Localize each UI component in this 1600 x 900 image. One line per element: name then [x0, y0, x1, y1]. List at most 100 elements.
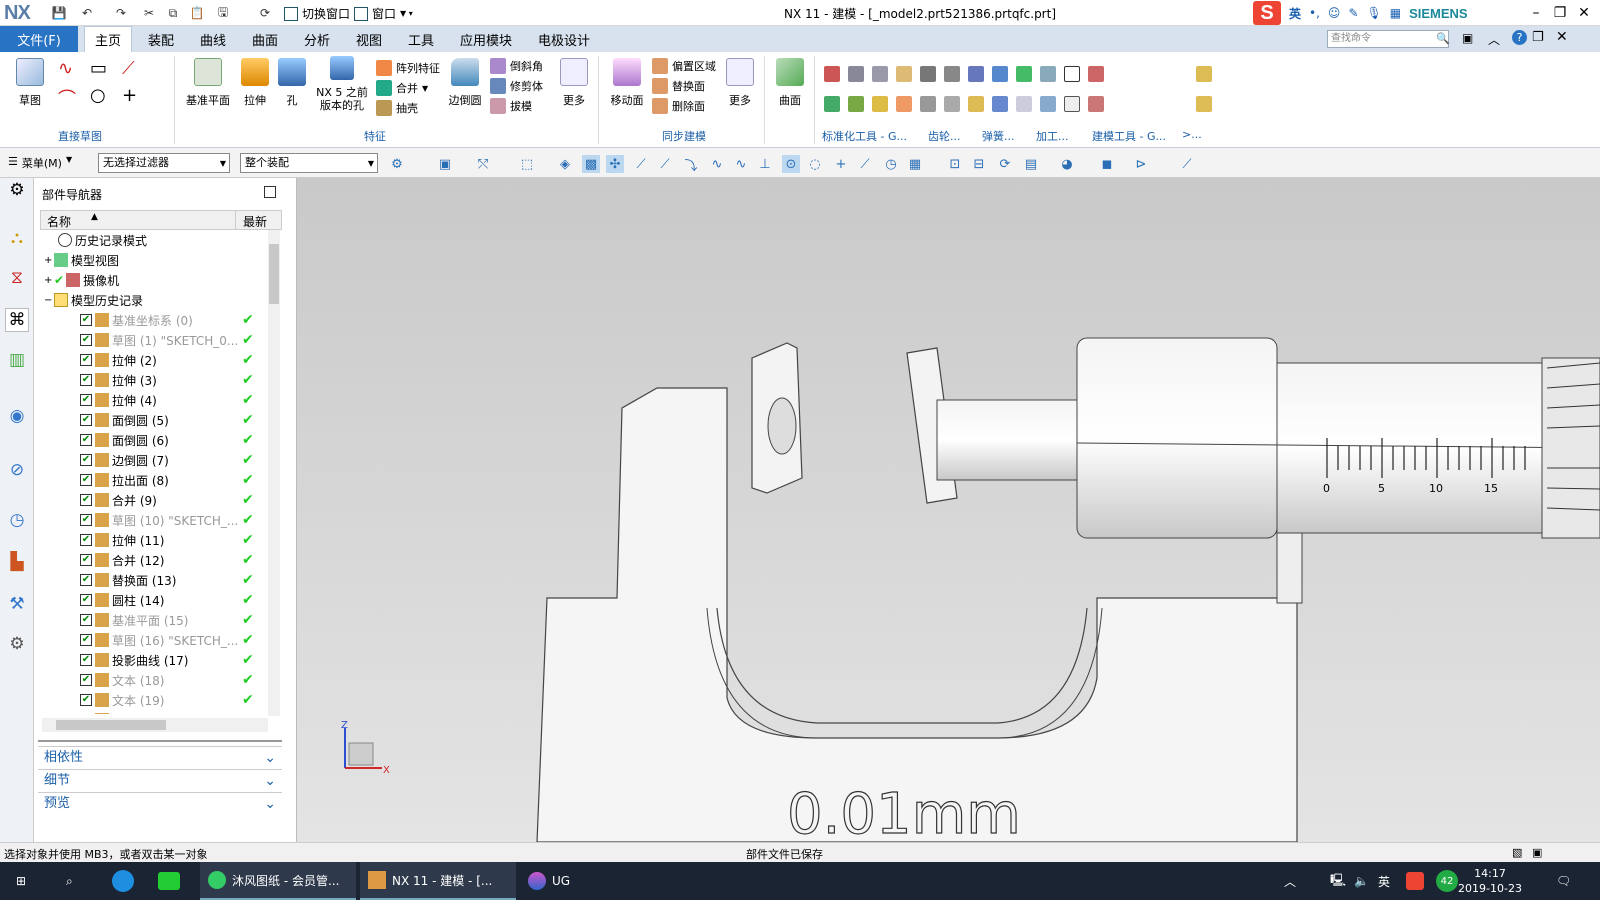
- tool-icon-5[interactable]: [1088, 66, 1104, 82]
- gc-extra-icon-2[interactable]: [1196, 96, 1212, 115]
- datum-plane-button[interactable]: 基准平面: [184, 58, 232, 108]
- group-model-tools[interactable]: 建模工具 - G...: [1092, 128, 1166, 144]
- group-spring[interactable]: 弹簧...: [982, 128, 1015, 144]
- visibility-checkbox[interactable]: ✔: [80, 474, 92, 486]
- tree-item-cameras[interactable]: + ✔ 摄像机: [40, 270, 282, 290]
- tool-icon-10[interactable]: [920, 96, 936, 112]
- group-machining[interactable]: 加工...: [1036, 128, 1069, 144]
- view-icon-4[interactable]: ⊳: [1132, 155, 1150, 173]
- tool-icon-1[interactable]: [824, 66, 840, 82]
- menu-button[interactable]: ☰ 菜单(M) ▼: [8, 155, 72, 171]
- profile-icon[interactable]: ∿: [58, 58, 90, 79]
- line-icon[interactable]: ⟋: [122, 58, 154, 79]
- type-filter-select[interactable]: 无选择过滤器: [98, 153, 230, 173]
- snap-mid-icon[interactable]: ⟋: [656, 155, 674, 173]
- column-name[interactable]: 名称: [47, 213, 71, 230]
- snap-icon-5[interactable]: ∿: [732, 155, 750, 173]
- expand-icon[interactable]: +: [44, 275, 54, 286]
- feature-row[interactable]: ✔ 面倒圆 (6) ✔: [40, 430, 282, 450]
- cut-icon[interactable]: ✂: [140, 4, 158, 22]
- save-as-icon[interactable]: 🖫: [214, 4, 232, 22]
- tool-icon-14[interactable]: [1016, 96, 1032, 112]
- command-search-input[interactable]: 查找命令: [1327, 30, 1449, 48]
- snap-curve-icon[interactable]: ⤵: [682, 155, 700, 174]
- feature-row[interactable]: ✔ 圆柱 (14) ✔: [40, 590, 282, 610]
- group-direct-sketch[interactable]: 直接草图: [58, 128, 102, 144]
- sync-more-button[interactable]: 更多: [722, 58, 758, 108]
- feature-row[interactable]: ✔ 拉伸 (4) ✔: [40, 390, 282, 410]
- visibility-checkbox[interactable]: ✔: [80, 454, 92, 466]
- feature-row[interactable]: ✔ 合并 (12) ✔: [40, 550, 282, 570]
- feature-row[interactable]: ✔ 文本 (18) ✔: [40, 670, 282, 690]
- sort-asc-icon[interactable]: ▲: [91, 212, 98, 222]
- tray-expand-icon[interactable]: ︿: [1276, 862, 1304, 900]
- sel-tool-icon-1[interactable]: ⚙: [388, 155, 406, 173]
- tray-ime[interactable]: 英: [1370, 862, 1398, 900]
- feature-more-button[interactable]: 更多: [556, 58, 592, 108]
- group-std-tools[interactable]: 标准化工具 - G...: [822, 128, 907, 144]
- tree-item-model-views[interactable]: + 模型视图: [40, 250, 282, 270]
- feature-row[interactable]: ✔ 草图 (16) "SKETCH_... ✔: [40, 630, 282, 650]
- visibility-checkbox[interactable]: ✔: [80, 614, 92, 626]
- rotate-icon[interactable]: ⟳: [996, 155, 1014, 173]
- draft-button[interactable]: 拔模: [490, 96, 543, 116]
- part-navigator-icon[interactable]: ⌘: [5, 308, 29, 332]
- search-icon[interactable]: ⌕: [58, 862, 81, 900]
- visibility-checkbox[interactable]: ✔: [80, 574, 92, 586]
- tool-icon-2[interactable]: [848, 66, 864, 82]
- visibility-checkbox[interactable]: ✔: [80, 374, 92, 386]
- arc-icon[interactable]: ⌒: [58, 85, 90, 111]
- tab-electrode[interactable]: 电极设计: [528, 26, 600, 52]
- history-icon[interactable]: ⊘: [5, 458, 29, 482]
- gc-extra-icon[interactable]: [1196, 66, 1212, 85]
- status-icon-1[interactable]: ▧: [1512, 846, 1522, 859]
- feature-row[interactable]: ✔ 基准坐标系 (0) ✔: [40, 310, 282, 330]
- visibility-checkbox[interactable]: ✔: [80, 694, 92, 706]
- file-menu[interactable]: 文件(F): [0, 26, 78, 52]
- feature-row[interactable]: ✔ 拉伸 (3) ✔: [40, 370, 282, 390]
- visibility-checkbox[interactable]: ✔: [80, 314, 92, 326]
- unite-button[interactable]: 合并 ▼: [376, 78, 440, 98]
- snap-quadrant-icon[interactable]: ◌: [806, 155, 824, 173]
- tool-icon-7[interactable]: [848, 96, 864, 112]
- graphics-window[interactable]: 0 5 10 15 0.01mm Z X: [297, 178, 1600, 842]
- help-icon[interactable]: ?: [1512, 30, 1527, 45]
- roles-icon[interactable]: ⚒: [5, 592, 29, 616]
- offset-region-button[interactable]: 偏置区域: [652, 56, 716, 76]
- shell-button[interactable]: 抽壳: [376, 98, 440, 118]
- minimize-button[interactable]: –: [1524, 3, 1548, 23]
- feature-row[interactable]: ✔ 草图 (1) "SKETCH_0... ✔: [40, 330, 282, 350]
- visibility-checkbox[interactable]: ✔: [80, 414, 92, 426]
- visibility-checkbox[interactable]: ✔: [80, 534, 92, 546]
- doc-restore-icon[interactable]: ❐: [1532, 30, 1544, 45]
- hole-button[interactable]: 孔: [276, 58, 308, 108]
- replace-face-button[interactable]: 替换面: [652, 76, 716, 96]
- tab-home[interactable]: 主页: [84, 26, 133, 52]
- delete-face-button[interactable]: 删除面: [652, 96, 716, 116]
- panel-dependencies[interactable]: 相依性 ⌄: [38, 746, 282, 768]
- nx5-hole-button[interactable]: NX 5 之前版本的孔: [314, 56, 370, 112]
- visibility-checkbox[interactable]: ✔: [80, 634, 92, 646]
- triangle-icon[interactable]: [1064, 66, 1080, 82]
- rect-select-icon[interactable]: ⬚: [518, 155, 536, 173]
- view-icon-5[interactable]: ⟋: [1178, 155, 1196, 173]
- visibility-checkbox[interactable]: ✔: [80, 514, 92, 526]
- window-menu-button[interactable]: 窗口 ▼ ▾: [354, 5, 413, 22]
- taskbar-app-mufeng[interactable]: 沐风图纸 - 会员管...: [200, 862, 356, 900]
- spring-icon[interactable]: [968, 66, 984, 82]
- pattern-feature-button[interactable]: 阵列特征: [376, 58, 440, 78]
- feature-row[interactable]: ✔ 拉伸 (11) ✔: [40, 530, 282, 550]
- tab-applications[interactable]: 应用模块: [450, 26, 522, 52]
- sel-tool-icon-2[interactable]: ▣: [436, 155, 454, 173]
- taskbar-app-nx[interactable]: NX 11 - 建模 - [...: [360, 862, 516, 900]
- gear-icon-2[interactable]: [944, 66, 960, 82]
- view-icon-1[interactable]: ⊡: [946, 155, 964, 173]
- sel-tool-icon-5[interactable]: ▩: [582, 155, 600, 173]
- spring-icon-2[interactable]: [992, 66, 1008, 82]
- tab-analysis[interactable]: 分析: [294, 26, 340, 52]
- feature-row[interactable]: ✔ 替换面 (13) ✔: [40, 570, 282, 590]
- tool-icon-12[interactable]: [968, 96, 984, 112]
- copy-icon[interactable]: ⧉: [164, 4, 182, 22]
- extrude-button[interactable]: 拉伸: [238, 58, 272, 108]
- circle-icon[interactable]: ○: [90, 85, 122, 111]
